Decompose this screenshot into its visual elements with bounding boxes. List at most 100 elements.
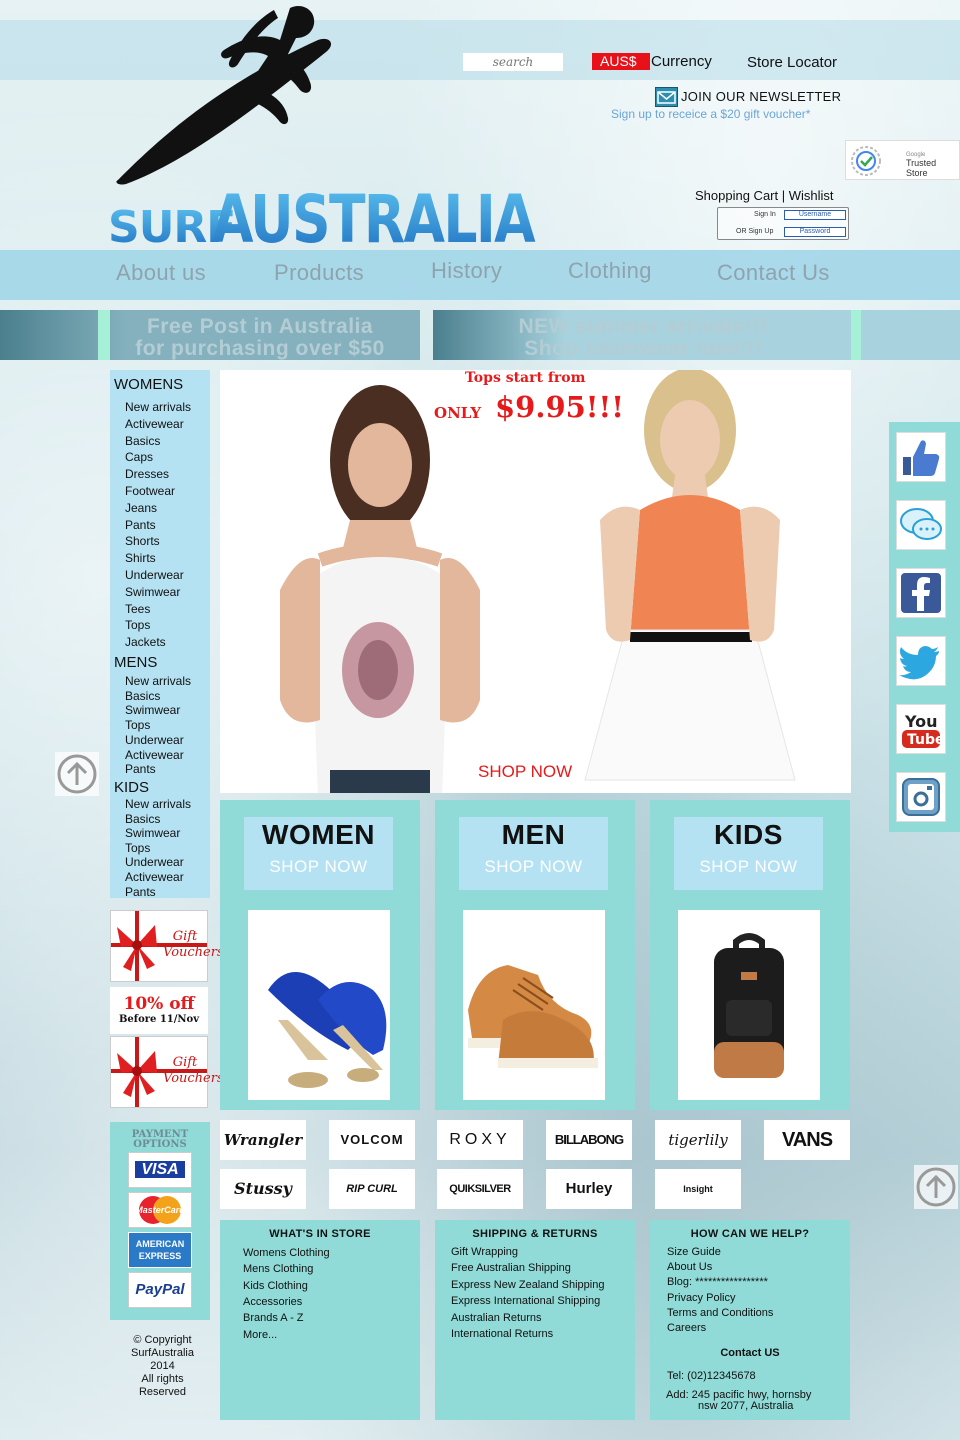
sidebar-item-kids[interactable]: Basics <box>125 812 160 826</box>
sidebar-item-men[interactable]: Activewear <box>125 748 184 762</box>
kids-product-image[interactable] <box>678 910 820 1100</box>
footer-link[interactable]: Womens Clothing <box>243 1247 330 1259</box>
sidebar-item-women[interactable]: Shorts <box>125 534 160 548</box>
like-icon[interactable] <box>896 432 946 482</box>
instagram-icon[interactable] <box>896 772 946 822</box>
men-shop-now-button[interactable]: SHOP NOW <box>459 857 608 877</box>
sidebar-item-kids[interactable]: Swimwear <box>125 826 180 840</box>
footer-link[interactable]: Express New Zealand Shipping <box>451 1279 604 1291</box>
brand-logo[interactable]: tigerlily <box>655 1120 741 1160</box>
footer-link[interactable]: International Returns <box>451 1328 553 1340</box>
brand-logo[interactable]: VOLCOM <box>329 1120 415 1160</box>
men-category-header[interactable]: MEN SHOP NOW <box>459 817 608 890</box>
sidebar-women-title[interactable]: WOMENS <box>114 376 183 393</box>
footer-link[interactable]: Blog: ***************** <box>667 1276 768 1288</box>
footer-link[interactable]: Express International Shipping <box>451 1295 600 1307</box>
footer-link[interactable]: Mens Clothing <box>243 1263 313 1275</box>
trusted-store-badge[interactable]: Google Trusted Store <box>845 140 960 180</box>
hero-banner[interactable]: Tops start from ONLY $9.95!!! SHOP NOW <box>220 370 851 793</box>
username-field[interactable]: Username <box>784 210 846 220</box>
sidebar-item-men[interactable]: Swimwear <box>125 703 180 717</box>
free-post-banner[interactable]: Free Post in Australia for purchasing ov… <box>0 310 420 360</box>
sidebar-item-women[interactable]: Jackets <box>125 635 166 649</box>
sidebar-item-men[interactable]: Pants <box>125 762 156 776</box>
sidebar-item-women[interactable]: Tops <box>125 618 150 632</box>
sidebar-item-men[interactable]: Basics <box>125 689 160 703</box>
kids-category-box[interactable]: KIDS SHOP NOW <box>650 800 850 1110</box>
brand-logo[interactable]: QUIKSILVER <box>437 1169 523 1209</box>
kids-shop-now-button[interactable]: SHOP NOW <box>674 857 823 877</box>
twitter-icon[interactable] <box>896 636 946 686</box>
sidebar-item-women[interactable]: Pants <box>125 518 156 532</box>
sidebar-item-kids[interactable]: Tops <box>125 841 150 855</box>
footer-link[interactable]: Careers <box>667 1322 706 1334</box>
footer-link[interactable]: Privacy Policy <box>667 1292 735 1304</box>
footer-link[interactable]: Australian Returns <box>451 1312 542 1324</box>
brand-logo[interactable]: Stussy <box>220 1169 306 1209</box>
brand-logo[interactable]: BILLABONG <box>546 1120 632 1160</box>
sign-up-label[interactable]: OR Sign Up <box>736 228 773 235</box>
sidebar-item-women[interactable]: Swimwear <box>125 585 180 599</box>
footer-link[interactable]: Kids Clothing <box>243 1280 308 1292</box>
sidebar-item-women[interactable]: Caps <box>125 450 153 464</box>
discount-banner[interactable]: 10% off Before 11/Nov <box>110 987 208 1034</box>
footer-link[interactable]: Size Guide <box>667 1246 721 1258</box>
summer-arrivals-banner[interactable]: NEW summer arrivals!!! Shop swimwear now… <box>433 310 960 360</box>
sidebar-item-women[interactable]: Jeans <box>125 501 157 515</box>
women-category-box[interactable]: WOMEN SHOP NOW <box>220 800 420 1110</box>
sidebar-item-women[interactable]: Underwear <box>125 568 184 582</box>
footer-link[interactable]: Gift Wrapping <box>451 1246 518 1258</box>
currency-code[interactable]: AUS$ <box>592 53 650 70</box>
men-product-image[interactable] <box>463 910 605 1100</box>
brand-logo[interactable]: ROXY <box>437 1120 523 1160</box>
newsletter-link[interactable]: JOIN OUR NEWSLETTER <box>681 89 841 104</box>
sidebar-item-men[interactable]: Underwear <box>125 733 184 747</box>
women-product-image[interactable] <box>248 910 390 1100</box>
gift-voucher-banner[interactable]: Gift Vouchers <box>110 910 224 982</box>
sidebar-men-title[interactable]: MENS <box>114 654 157 671</box>
women-category-header[interactable]: WOMEN SHOP NOW <box>244 817 393 890</box>
footer-link[interactable]: Free Australian Shipping <box>451 1262 571 1274</box>
gift-voucher-banner-2[interactable]: Gift Vouchers <box>110 1036 224 1108</box>
sidebar-item-women[interactable]: Footwear <box>125 484 175 498</box>
brand-logo[interactable]: VANS <box>764 1120 850 1160</box>
footer-link[interactable]: Terms and Conditions <box>667 1307 773 1319</box>
hero-shop-now-link[interactable]: SHOP NOW <box>478 762 572 782</box>
nav-history[interactable]: History <box>431 258 502 284</box>
sidebar-item-women[interactable]: Tees <box>125 602 150 616</box>
scroll-up-icon[interactable] <box>55 752 99 796</box>
sidebar-item-men[interactable]: New arrivals <box>125 674 191 688</box>
youtube-icon[interactable]: You Tube <box>896 704 946 754</box>
men-category-box[interactable]: MEN SHOP NOW <box>435 800 635 1110</box>
scroll-up-icon[interactable] <box>914 1165 958 1209</box>
women-shop-now-button[interactable]: SHOP NOW <box>244 857 393 877</box>
footer-link[interactable]: Accessories <box>243 1296 302 1308</box>
sidebar-item-women[interactable]: Activewear <box>125 417 184 431</box>
sidebar-item-women[interactable]: Dresses <box>125 467 169 481</box>
kids-category-header[interactable]: KIDS SHOP NOW <box>674 817 823 890</box>
currency-label[interactable]: Currency <box>651 53 712 70</box>
mail-icon[interactable] <box>655 87 678 107</box>
footer-link[interactable]: More... <box>243 1329 277 1341</box>
chat-icon[interactable] <box>896 500 946 550</box>
footer-link[interactable]: Brands A - Z <box>243 1312 304 1324</box>
facebook-icon[interactable] <box>896 568 946 618</box>
brand-logo[interactable]: Hurley <box>546 1169 632 1209</box>
sidebar-item-men[interactable]: Tops <box>125 718 150 732</box>
search-input[interactable] <box>463 53 563 71</box>
brand-logo[interactable]: RIP CURL <box>329 1169 415 1209</box>
nav-products[interactable]: Products <box>274 260 364 286</box>
sign-in-label[interactable]: Sign In <box>754 211 776 218</box>
password-field[interactable]: Password <box>784 227 846 237</box>
sidebar-item-women[interactable]: Basics <box>125 434 160 448</box>
nav-about[interactable]: About us <box>116 260 206 286</box>
sidebar-item-women[interactable]: Shirts <box>125 551 156 565</box>
sidebar-kids-title[interactable]: KIDS <box>114 779 149 796</box>
brand-logo[interactable]: Wrangler <box>220 1120 306 1160</box>
brand-logo[interactable]: Insight <box>655 1169 741 1209</box>
cart-wishlist-links[interactable]: Shopping Cart | Wishlist <box>695 188 834 203</box>
sidebar-item-kids[interactable]: Pants <box>125 885 156 899</box>
nav-contact[interactable]: Contact Us <box>717 260 830 286</box>
nav-clothing[interactable]: Clothing <box>568 258 652 284</box>
sidebar-item-kids[interactable]: Underwear <box>125 855 184 869</box>
